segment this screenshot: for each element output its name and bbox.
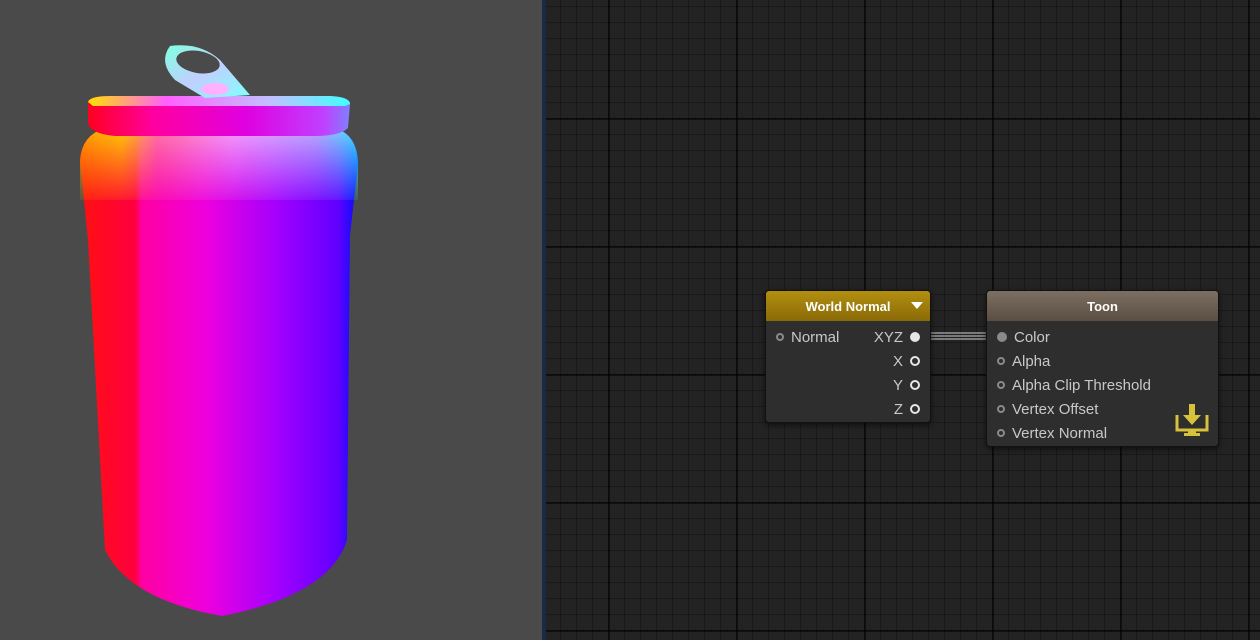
port-label: X bbox=[892, 352, 903, 370]
input-port-circle[interactable] bbox=[997, 429, 1005, 437]
input-port-circle[interactable] bbox=[776, 333, 784, 341]
input-port-circle[interactable] bbox=[997, 357, 1005, 365]
port-label: Vertex Normal bbox=[1012, 424, 1108, 442]
output-port-circle[interactable] bbox=[910, 404, 920, 414]
input-port-vertex-offset[interactable]: Vertex Offset bbox=[997, 397, 1098, 421]
port-label: XYZ bbox=[873, 328, 903, 346]
input-port-alpha-clip-threshold[interactable]: Alpha Clip Threshold bbox=[997, 373, 1151, 397]
port-label: Z bbox=[893, 400, 903, 418]
preview-viewport[interactable] bbox=[0, 0, 542, 640]
input-port-alpha[interactable]: Alpha bbox=[997, 349, 1050, 373]
can-preview-render bbox=[80, 45, 358, 616]
node-title: Toon bbox=[1087, 298, 1118, 314]
master-output-icon bbox=[1175, 404, 1209, 436]
output-port-x[interactable]: X bbox=[893, 349, 920, 373]
dropdown-arrow-icon[interactable] bbox=[911, 302, 923, 309]
input-port-circle[interactable] bbox=[997, 381, 1005, 389]
port-label: Normal bbox=[791, 328, 840, 346]
node-header[interactable]: Toon bbox=[987, 291, 1218, 321]
node-graph-canvas[interactable]: World Normal Normal XYZ X Y Z Toon Color… bbox=[546, 0, 1260, 640]
port-label: Alpha Clip Threshold bbox=[1012, 376, 1151, 394]
world-normal-node[interactable]: World Normal Normal XYZ X Y Z bbox=[765, 290, 931, 423]
port-label: Color bbox=[1014, 328, 1050, 346]
toon-master-node[interactable]: Toon Color Alpha Alpha Clip Threshold Ve… bbox=[986, 290, 1219, 447]
output-port-z[interactable]: Z bbox=[894, 397, 920, 421]
port-label: Alpha bbox=[1012, 352, 1051, 370]
input-port-normal[interactable]: Normal bbox=[776, 325, 839, 349]
input-port-circle[interactable] bbox=[997, 405, 1005, 413]
node-title: World Normal bbox=[805, 298, 891, 314]
output-port-circle[interactable] bbox=[910, 356, 920, 366]
input-port-color[interactable]: Color bbox=[997, 325, 1050, 349]
output-port-y[interactable]: Y bbox=[893, 373, 920, 397]
output-port-circle[interactable] bbox=[910, 380, 920, 390]
port-label: Vertex Offset bbox=[1012, 400, 1099, 418]
output-port-circle[interactable] bbox=[910, 332, 920, 342]
input-port-vertex-normal[interactable]: Vertex Normal bbox=[997, 421, 1107, 445]
input-port-circle[interactable] bbox=[997, 332, 1007, 342]
output-port-xyz[interactable]: XYZ bbox=[874, 325, 920, 349]
node-header[interactable]: World Normal bbox=[766, 291, 930, 321]
port-label: Y bbox=[892, 376, 903, 394]
